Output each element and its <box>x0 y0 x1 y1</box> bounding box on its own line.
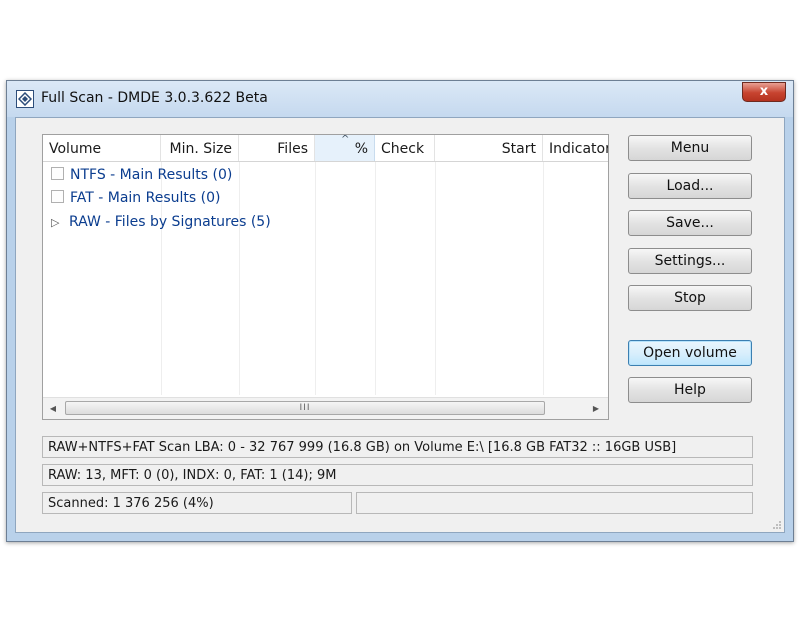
window-title: Full Scan - DMDE 3.0.3.622 Beta <box>41 90 268 106</box>
list-header: Volume Min. Size Files ^ % Check Start I… <box>43 135 608 162</box>
help-button[interactable]: Help <box>628 377 752 403</box>
list-item-ntfs[interactable]: NTFS - Main Results (0) <box>51 164 232 186</box>
column-header-volume[interactable]: Volume <box>43 135 161 161</box>
dmde-full-scan-window: Full Scan - DMDE 3.0.3.622 Beta x Volume… <box>6 80 794 542</box>
grid-line <box>435 162 436 395</box>
status-scanned-progress: Scanned: 1 376 256 (4%) <box>42 492 352 514</box>
status-scan-range: RAW+NTFS+FAT Scan LBA: 0 - 32 767 999 (1… <box>42 436 753 458</box>
column-header-files[interactable]: Files <box>239 135 315 161</box>
resize-grip-icon[interactable] <box>772 520 782 530</box>
stop-button[interactable]: Stop <box>628 285 752 311</box>
settings-button[interactable]: Settings... <box>628 248 752 274</box>
dmde-app-icon[interactable] <box>16 90 34 108</box>
save-button[interactable]: Save... <box>628 210 752 236</box>
status-signature-counts: RAW: 13, MFT: 0 (0), INDX: 0, FAT: 1 (14… <box>42 464 753 486</box>
column-header-percent[interactable]: ^ % <box>315 135 375 161</box>
scroll-grip-icon: III <box>299 403 311 413</box>
column-header-min-size[interactable]: Min. Size <box>161 135 239 161</box>
status-panel-empty <box>356 492 753 514</box>
menu-button[interactable]: Menu <box>628 135 752 161</box>
list-item-fat[interactable]: FAT - Main Results (0) <box>51 187 220 209</box>
grid-line <box>375 162 376 395</box>
expand-arrow-icon[interactable]: ▷ <box>51 212 63 234</box>
results-list[interactable]: Volume Min. Size Files ^ % Check Start I… <box>42 134 609 420</box>
grid-line <box>543 162 544 395</box>
list-item-ntfs-label: NTFS - Main Results (0) <box>70 167 233 183</box>
title-bar[interactable]: Full Scan - DMDE 3.0.3.622 Beta x <box>7 81 793 117</box>
close-icon: x <box>759 84 769 99</box>
scrollbar-thumb[interactable]: III <box>65 401 545 415</box>
dialog-client-area: Volume Min. Size Files ^ % Check Start I… <box>15 117 785 533</box>
column-header-indicator[interactable]: Indicator <box>543 135 608 161</box>
list-item-raw-label: RAW - Files by Signatures (5) <box>69 214 271 230</box>
scroll-right-icon[interactable]: ▶ <box>589 402 603 415</box>
close-button[interactable]: x <box>742 82 786 102</box>
checkbox-fat[interactable] <box>51 190 64 203</box>
column-header-percent-label: % <box>354 141 368 157</box>
list-item-raw[interactable]: ▷ RAW - Files by Signatures (5) <box>51 211 271 233</box>
sort-ascending-icon: ^ <box>341 135 350 145</box>
grid-line <box>239 162 240 395</box>
load-button[interactable]: Load... <box>628 173 752 199</box>
column-header-check[interactable]: Check <box>375 135 435 161</box>
open-volume-button[interactable]: Open volume <box>628 340 752 366</box>
column-header-start[interactable]: Start <box>435 135 543 161</box>
scroll-left-icon[interactable]: ◀ <box>46 402 60 415</box>
checkbox-ntfs[interactable] <box>51 167 64 180</box>
grid-line <box>315 162 316 395</box>
list-item-fat-label: FAT - Main Results (0) <box>70 190 221 206</box>
horizontal-scrollbar[interactable]: ◀ III ▶ <box>43 397 608 419</box>
